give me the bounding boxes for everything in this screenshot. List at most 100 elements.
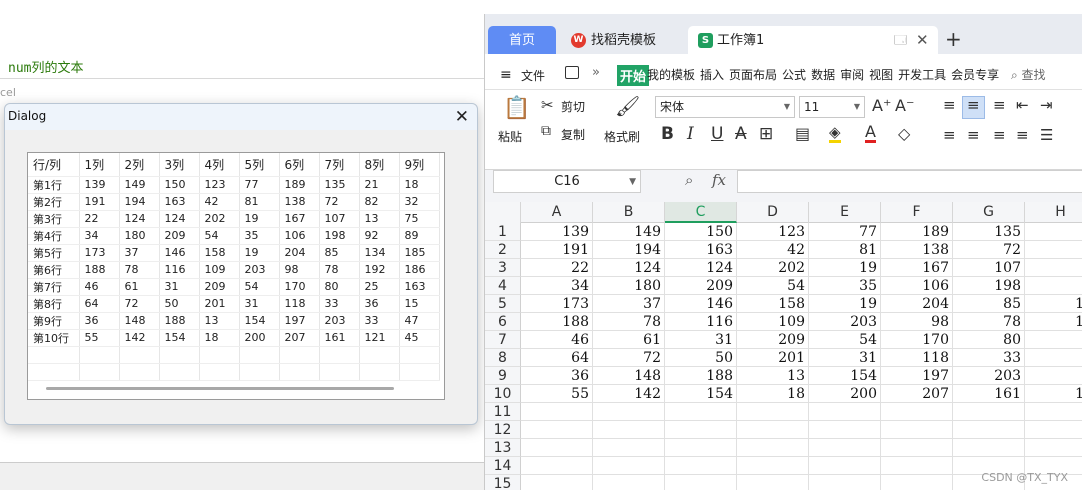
copy-button[interactable]: 复制	[561, 126, 585, 143]
row-header[interactable]: 1	[485, 223, 521, 241]
table-cell[interactable]: 135	[319, 176, 360, 194]
cell[interactable]: 123	[737, 223, 809, 241]
cell[interactable]	[1025, 403, 1082, 421]
table-cell[interactable]: 25	[359, 278, 400, 296]
table-cell[interactable]: 31	[239, 295, 280, 313]
cell[interactable]: 203	[953, 367, 1025, 385]
format-painter-button[interactable]: 格式刷	[604, 128, 640, 145]
table-row[interactable]: 第7行 46 61 31 209 54 170 80 25 163	[28, 278, 440, 296]
column-header-c[interactable]: C	[665, 202, 737, 223]
cell[interactable]	[521, 439, 593, 457]
cell[interactable]: 207	[881, 385, 953, 403]
row-header[interactable]: 2	[485, 241, 521, 259]
cell[interactable]: 107	[953, 259, 1025, 277]
cell[interactable]: 154	[665, 385, 737, 403]
row-header[interactable]: 14	[485, 457, 521, 475]
table-cell[interactable]: 148	[119, 312, 160, 330]
table-cell[interactable]: 209	[199, 278, 240, 296]
table-cell[interactable]: 37	[119, 244, 160, 262]
close-tab-icon[interactable]: ✕	[916, 26, 929, 55]
increase-font-icon[interactable]: A⁺	[872, 96, 891, 115]
cell[interactable]	[593, 457, 665, 475]
cell[interactable]: 77	[809, 223, 881, 241]
column-header[interactable]: 5列	[239, 153, 280, 177]
menu-developer[interactable]: 开发工具	[898, 68, 946, 82]
table-cell[interactable]: 19	[239, 244, 280, 262]
cell[interactable]: 54	[737, 277, 809, 295]
table-cell[interactable]: 188	[159, 312, 200, 330]
cell[interactable]	[809, 475, 881, 490]
cell[interactable]: 22	[521, 259, 593, 277]
table-cell[interactable]: 61	[119, 278, 160, 296]
cell[interactable]: 150	[665, 223, 737, 241]
cell[interactable]: 72	[953, 241, 1025, 259]
cell[interactable]: 78	[953, 313, 1025, 331]
row-header[interactable]: 第1行	[28, 176, 80, 194]
row-header[interactable]: 第4行	[28, 227, 80, 245]
cell[interactable]	[881, 421, 953, 439]
column-header[interactable]: 7列	[319, 153, 360, 177]
table-cell[interactable]: 81	[239, 193, 280, 211]
align-center-icon[interactable]: ≡	[967, 126, 980, 144]
row-header[interactable]: 8	[485, 349, 521, 367]
table-widget[interactable]: 行/列 1列 2列 3列 4列 5列 6列 7列 8列 9列 第1行 139 149 150 123 77 18…	[27, 152, 445, 400]
justify-icon[interactable]: ≡	[1016, 126, 1029, 144]
cell[interactable]: 142	[593, 385, 665, 403]
cell[interactable]: 9	[1025, 277, 1082, 295]
cut-button[interactable]: 剪切	[561, 98, 585, 115]
cell[interactable]: 138	[881, 241, 953, 259]
cell[interactable]: 124	[665, 259, 737, 277]
font-color-icon[interactable]: A	[865, 124, 876, 143]
table-cell[interactable]: 191	[79, 193, 120, 211]
table-cell[interactable]: 106	[279, 227, 320, 245]
cell[interactable]: 209	[665, 277, 737, 295]
cell[interactable]	[1025, 439, 1082, 457]
cell[interactable]: 46	[521, 331, 593, 349]
menu-review[interactable]: 审阅	[840, 68, 864, 82]
table-cell[interactable]: 80	[319, 278, 360, 296]
outdent-icon[interactable]: ⇤	[1016, 96, 1029, 114]
table-cell[interactable]: 139	[79, 176, 120, 194]
cell[interactable]	[521, 457, 593, 475]
row-header[interactable]: 第7行	[28, 278, 80, 296]
cell[interactable]: 198	[953, 277, 1025, 295]
row-header[interactable]: 6	[485, 313, 521, 331]
paste-button[interactable]: 粘贴	[498, 128, 522, 145]
hamburger-icon[interactable]: ≡	[500, 67, 512, 83]
row-header[interactable]: 第9行	[28, 312, 80, 330]
cell[interactable]: 158	[737, 295, 809, 313]
column-header-d[interactable]: D	[737, 202, 809, 223]
cell[interactable]	[809, 457, 881, 475]
font-size-select[interactable]: 11 ▼	[799, 96, 865, 118]
table-cell[interactable]: 36	[359, 295, 400, 313]
cell[interactable]	[593, 439, 665, 457]
table-cell[interactable]: 201	[199, 295, 240, 313]
more-icon[interactable]: »	[592, 65, 600, 80]
cell[interactable]	[665, 457, 737, 475]
column-header-e[interactable]: E	[809, 202, 881, 223]
cell[interactable]	[809, 403, 881, 421]
cell[interactable]: 116	[665, 313, 737, 331]
cell[interactable]: 72	[593, 349, 665, 367]
cell[interactable]: 154	[809, 367, 881, 385]
table-cell[interactable]: 32	[399, 193, 440, 211]
cell[interactable]	[665, 403, 737, 421]
cell[interactable]	[593, 475, 665, 490]
table-cell[interactable]: 19	[239, 210, 280, 228]
cell[interactable]: 98	[881, 313, 953, 331]
cell[interactable]: 35	[809, 277, 881, 295]
cell[interactable]	[881, 475, 953, 490]
menu-view[interactable]: 视图	[869, 68, 893, 82]
horizontal-scrollbar[interactable]	[46, 387, 394, 390]
cell[interactable]: 64	[521, 349, 593, 367]
cell[interactable]	[881, 439, 953, 457]
table-cell[interactable]: 189	[279, 176, 320, 194]
fill-color-icon[interactable]: ◈	[829, 124, 841, 143]
cell[interactable]	[593, 403, 665, 421]
row-header[interactable]: 7	[485, 331, 521, 349]
cell[interactable]: 109	[737, 313, 809, 331]
row-header[interactable]: 第10行	[28, 329, 80, 347]
table-cell[interactable]: 185	[399, 244, 440, 262]
row-header[interactable]: 第6行	[28, 261, 80, 279]
row-header[interactable]: 4	[485, 277, 521, 295]
